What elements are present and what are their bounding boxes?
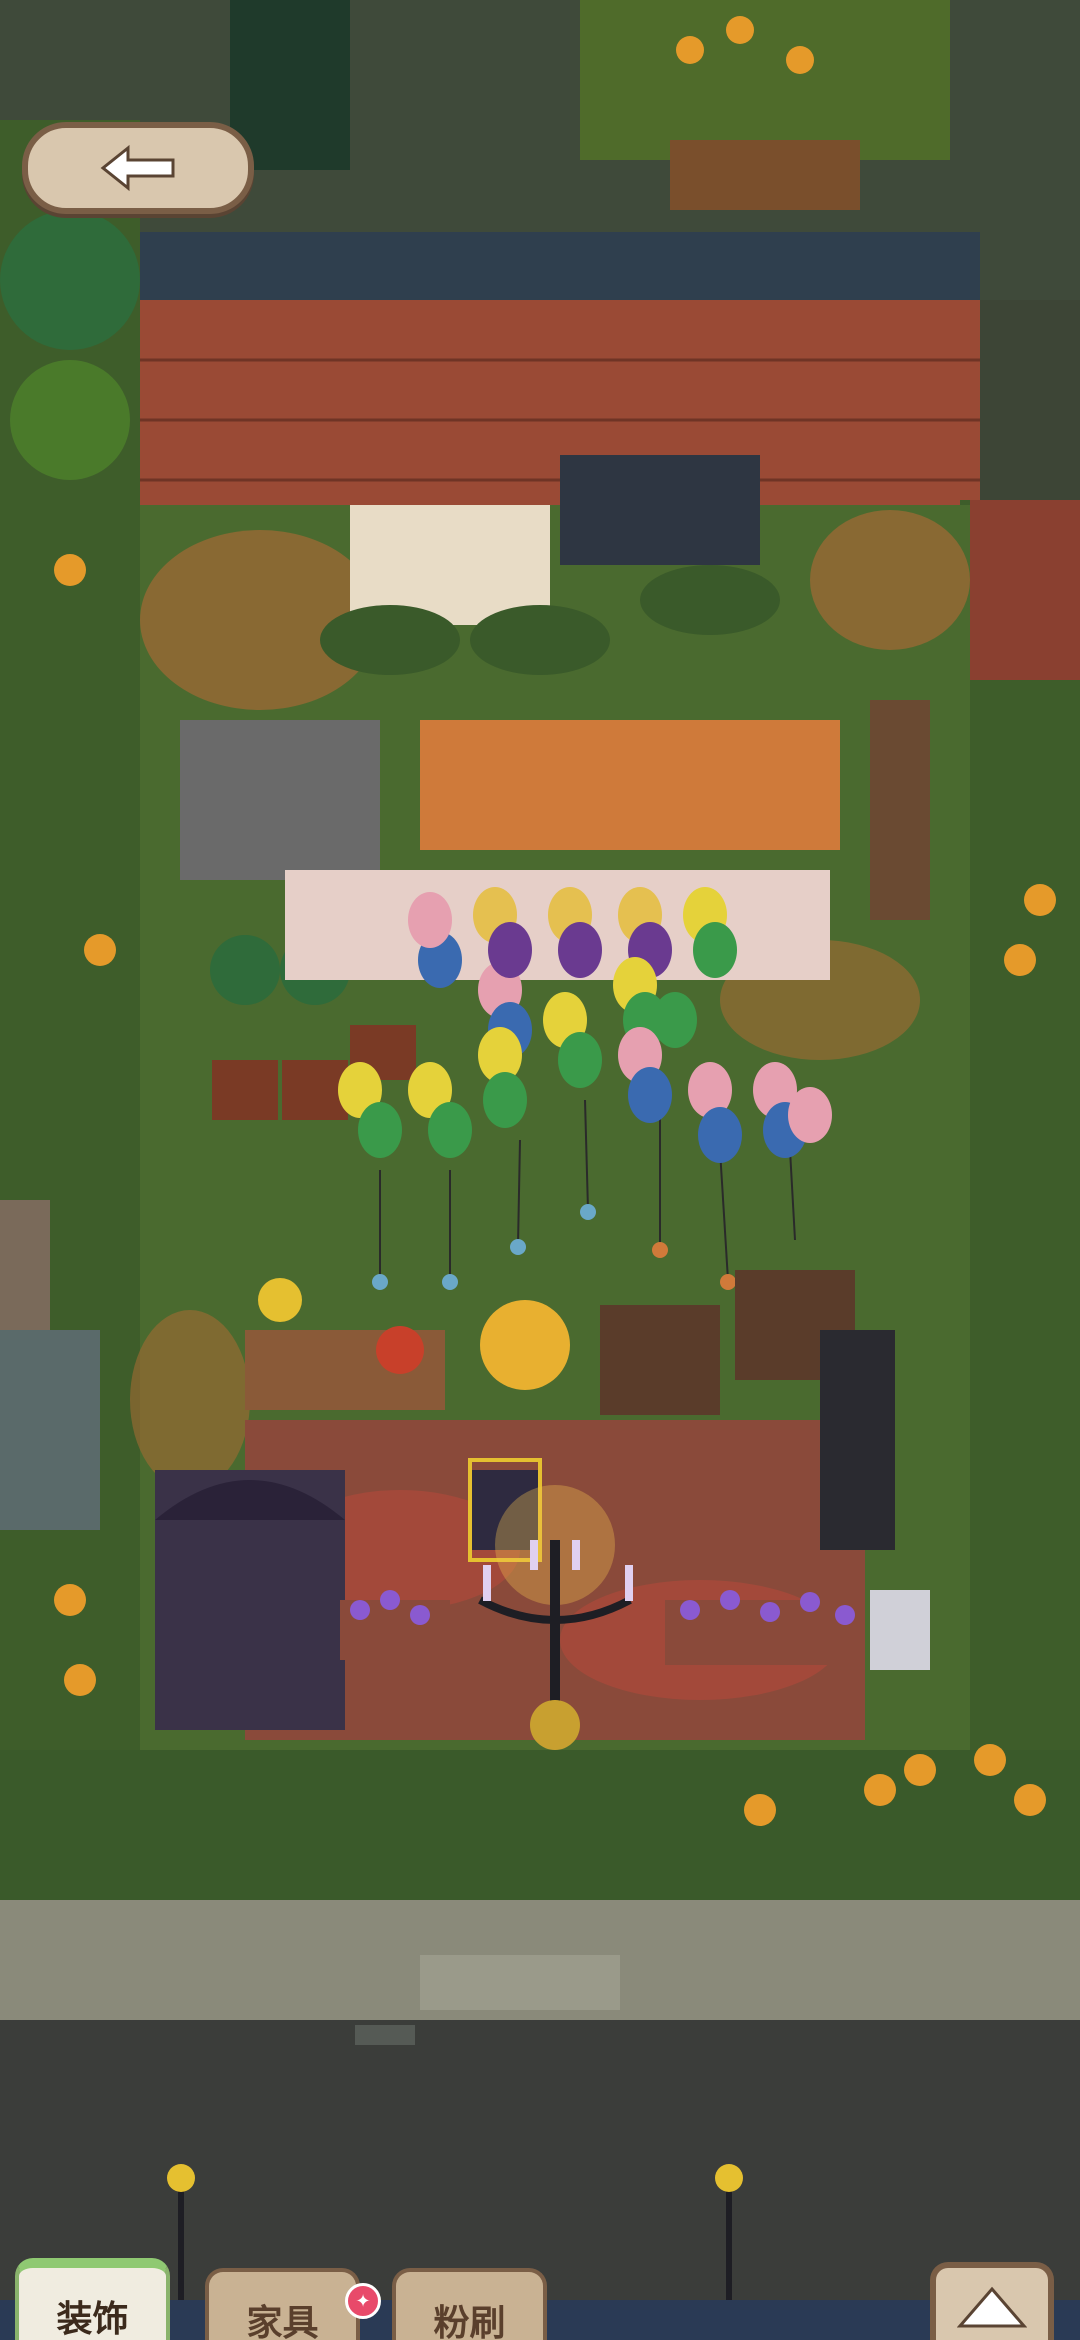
bonsai-tree: [640, 565, 780, 635]
right-brick: [970, 500, 1080, 680]
tab-label: 装饰: [56, 2299, 129, 2340]
road-drain: [355, 2025, 415, 2045]
fence: [140, 232, 980, 302]
game-screen: 装饰 家具 粉刷 ✦: [0, 0, 1080, 2340]
potted-plant: [870, 1590, 930, 1670]
tab-paint[interactable]: 粉刷: [392, 2268, 547, 2340]
dirt-patch: [130, 1310, 250, 1490]
side-window: [0, 1330, 100, 1530]
sunflower: [786, 46, 814, 74]
back-button[interactable]: [22, 122, 254, 214]
up-arrow-icon: [957, 2286, 1027, 2328]
potted-tree: [210, 935, 280, 1005]
potted-flowers: [258, 1278, 302, 1322]
bottom-tab-bar: 装饰 家具 粉刷: [0, 2250, 1080, 2340]
sparkle-badge-icon: ✦: [345, 2283, 381, 2319]
tree: [0, 210, 140, 350]
wooden-tables: [420, 720, 840, 850]
piano: [820, 1330, 895, 1550]
potted-flowers: [376, 1326, 424, 1374]
back-arrow-icon: [100, 144, 175, 192]
tree: [10, 360, 130, 480]
kitchen-counter: [180, 720, 380, 880]
display-case: [560, 455, 760, 565]
park-bench: [670, 140, 860, 210]
right-hedge: [960, 500, 1080, 1900]
bonsai-tree: [470, 605, 610, 675]
bookshelf: [870, 700, 930, 920]
tab-label: 家具: [246, 2303, 319, 2340]
bonsai-tree: [320, 605, 460, 675]
flower-bouquet: [480, 1300, 570, 1390]
tab-label: 粉刷: [433, 2303, 506, 2340]
upper-flowerbed: [580, 0, 950, 160]
expand-button[interactable]: [930, 2262, 1054, 2340]
tab-decoration[interactable]: 装饰: [15, 2258, 170, 2340]
tab-furniture[interactable]: 家具: [205, 2268, 360, 2340]
garden-scene: [0, 0, 1080, 2340]
planter-box: [212, 1060, 278, 1120]
dirt-patch: [810, 510, 970, 650]
pastry-cabinet: [600, 1305, 720, 1415]
sunflower: [676, 36, 704, 64]
sunflower: [726, 16, 754, 44]
sidewalk-grate: [420, 1955, 620, 2010]
